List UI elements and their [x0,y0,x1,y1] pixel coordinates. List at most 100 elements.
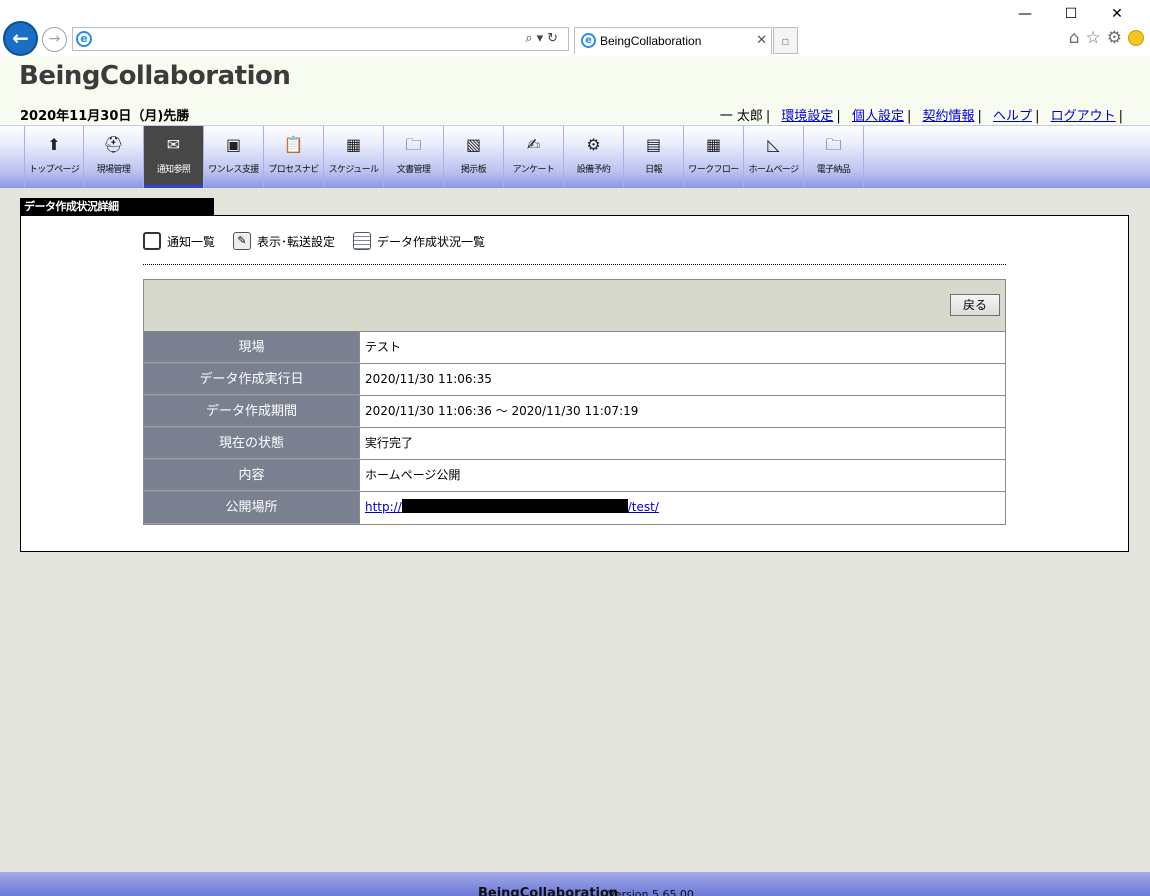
nav-item-3[interactable]: ▣ ワンレス支援 [204,126,264,187]
arrow-up-icon: ⬆ [47,135,61,154]
nav-item-1[interactable]: ⛑ 現場管理 [84,126,144,187]
calendar-day-icon: ▣ [225,135,242,154]
footer: BeingCollaboration Version 5.65.00 [0,872,1150,896]
nav-item-2[interactable]: ✉ 通知参照 [144,126,204,188]
row-key: データ作成期間 [144,396,360,427]
nav-item-label: 掲示板 [460,165,487,175]
divider [143,264,1006,265]
minimize-icon[interactable]: — [1002,4,1048,24]
nav-item-label: 通知参照 [156,165,191,175]
nav-item-label: トップページ [28,165,80,175]
publish-location-link[interactable]: http:///test/ [365,499,659,514]
row-value: http:///test/ [360,492,1005,524]
link-environment-settings[interactable]: 環境設定 [781,109,833,124]
link-personal-settings[interactable]: 個人設定 [852,109,904,124]
ie-icon: e [581,33,596,48]
nav-item-label: 日報 [645,165,662,175]
sub-menu: 通知一覧 ✎ 表示･転送設定 データ作成状況一覧 [143,232,485,250]
nav-item-8[interactable]: ✍ アンケート [504,126,564,187]
favorites-star-icon[interactable]: ☆ [1086,28,1101,48]
table-row: 公開場所 http:///test/ [144,492,1005,524]
nav-item-label: アンケート [512,165,555,175]
link-help[interactable]: ヘルプ [993,109,1032,124]
main-nav: ⬆ トップページ ⛑ 現場管理 ✉ 通知参照 ▣ ワンレス支援 📋 プロセスナビ ▦ スケジュール 🗀 文… [0,125,1150,188]
row-value: ホームページ公開 [365,468,461,482]
pen-icon: ✍ [526,135,541,154]
workflow-icon: ▦ [705,135,722,154]
link-logout[interactable]: ログアウト [1051,109,1116,124]
nav-item-9[interactable]: ⚙ 設備予約 [564,126,624,187]
submenu-display-forward-settings[interactable]: ✎ 表示･転送設定 [233,232,335,250]
nav-item-0[interactable]: ⬆ トップページ [24,126,84,187]
nav-item-10[interactable]: ▤ 日報 [624,126,684,187]
address-bar[interactable]: e ⌕▾↻ [72,27,569,51]
nav-item-11[interactable]: ▦ ワークフロー [684,126,744,187]
ie-icon: e [76,31,92,47]
nav-item-label: スケジュール [328,165,379,175]
nav-items: ⬆ トップページ ⛑ 現場管理 ✉ 通知参照 ▣ ワンレス支援 📋 プロセスナビ ▦ スケジュール 🗀 文… [24,126,864,188]
homepage-icon: ◺ [767,135,780,154]
clipboard-icon [143,232,161,250]
close-window-icon[interactable]: ✕ [1094,4,1140,24]
tab-title: BeingCollaboration [600,34,702,48]
close-tab-icon[interactable]: ✕ [756,33,767,48]
nav-item-6[interactable]: 🗀 文書管理 [384,126,444,187]
user-links: 一 太郎 | 環境設定 | 個人設定 | 契約情報 | ヘルプ | ログアウト | [719,109,1123,124]
nav-item-12[interactable]: ◺ ホームページ [744,126,804,187]
nav-item-5[interactable]: ▦ スケジュール [324,126,384,187]
feedback-smiley-icon[interactable] [1128,30,1144,46]
browser-toolbar: ⌂ ☆ ⚙ [1069,28,1144,48]
link-contract-info[interactable]: 契約情報 [923,109,975,124]
table-header: 戻る [144,280,1005,332]
delivery-icon: 🗀 [825,135,842,154]
row-key: データ作成実行日 [144,364,360,395]
list-icon [353,232,372,250]
table-row: 内容 ホームページ公開 [144,460,1005,492]
row-key: 公開場所 [144,492,360,524]
row-value: 2020/11/30 11:06:35 [365,372,492,386]
back-button[interactable]: 戻る [950,294,1000,316]
app-header: BeingCollaboration 2020年11月30日（月)先勝 一 太郎… [0,56,1150,125]
nav-item-4[interactable]: 📋 プロセスナビ [264,126,324,187]
row-value: 2020/11/30 11:06:36 ～ 2020/11/30 11:07:1… [365,404,639,418]
row-key: 現在の状態 [144,428,360,459]
nav-item-label: 設備予約 [576,165,611,175]
forward-arrow-icon[interactable]: → [42,27,67,52]
submenu-notification-list[interactable]: 通知一覧 [143,232,215,250]
nav-item-7[interactable]: ▧ 掲示板 [444,126,504,187]
forward-settings-icon: ✎ [233,232,252,250]
browser-chrome: — ☐ ✕ ← → e ⌕▾↻ e BeingCollaboration ✕ ▫… [0,0,1150,56]
settings-gear-icon[interactable]: ⚙ [1107,28,1122,48]
submenu-label: 通知一覧 [167,234,216,249]
home-icon[interactable]: ⌂ [1069,28,1080,48]
board-icon: ▧ [465,135,482,154]
folder-icon: 🗀 [405,135,422,154]
clipboard-icon: 📋 [283,135,304,154]
schedule-icon: ▦ [345,135,362,154]
nav-item-13[interactable]: 🗀 電子納品 [804,126,864,187]
nav-item-label: 電子納品 [816,165,851,175]
app-logo: BeingCollaboration [19,61,291,91]
footer-title: BeingCollaboration [478,886,619,896]
submenu-data-status-list[interactable]: データ作成状況一覧 [353,232,485,250]
nav-item-label: 文書管理 [396,165,431,175]
browser-tab[interactable]: e BeingCollaboration ✕ [574,27,772,54]
window-controls: — ☐ ✕ [1002,4,1140,24]
content-panel: 通知一覧 ✎ 表示･転送設定 データ作成状況一覧 戻る 現場 テスト データ作成… [20,215,1129,552]
row-key: 内容 [144,460,360,491]
site-icon: ⛑ [103,135,124,154]
section-label: データ作成状況詳細 [20,198,214,215]
mail-icon: ✉ [166,135,181,154]
new-tab-icon[interactable]: ▫ [773,27,798,54]
nav-item-label: ホームページ [748,165,800,175]
back-arrow-icon[interactable]: ← [3,21,38,56]
report-icon: ▤ [645,135,662,154]
date-line: 2020年11月30日（月)先勝 [20,109,190,124]
row-value: テスト [365,340,402,354]
table-row: データ作成実行日 2020/11/30 11:06:35 [144,364,1005,396]
maximize-icon[interactable]: ☐ [1048,4,1094,24]
footer-version: Version 5.65.00 [608,888,694,896]
row-value: 実行完了 [365,436,414,450]
nav-item-label: ワークフロー [688,165,739,175]
address-tools[interactable]: ⌕▾↻ [525,31,562,46]
